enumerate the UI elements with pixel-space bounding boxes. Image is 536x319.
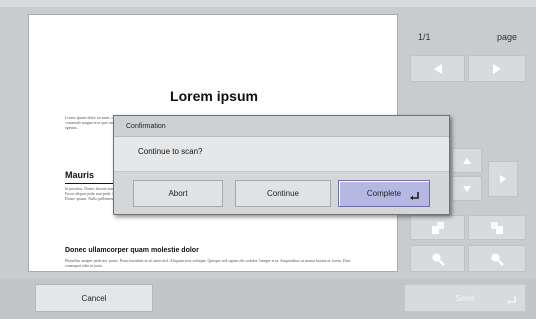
triangle-left-icon	[433, 63, 442, 74]
enter-icon	[410, 192, 419, 200]
document-paragraph-3: Phasellus semper pede nec purus. Proin t…	[65, 258, 351, 269]
cancel-button[interactable]: Cancel	[35, 284, 153, 312]
triangle-right-icon	[500, 175, 506, 183]
top-frame	[0, 0, 536, 7]
scroll-right-button[interactable]	[488, 161, 518, 197]
zoom-out-icon	[432, 253, 445, 266]
zoom-in-icon	[491, 253, 504, 266]
complete-button-label: Complete	[366, 189, 402, 198]
abort-button[interactable]: Abort	[133, 180, 223, 207]
complete-button[interactable]: Complete	[338, 180, 430, 207]
prev-page-button[interactable]	[410, 55, 465, 82]
document-heading-3: Donec ullamcorper quam molestie dolor	[65, 247, 199, 254]
rotate-right-button[interactable]	[468, 215, 526, 240]
dialog-title: Confirmation	[126, 123, 166, 130]
send-button[interactable]: Send	[404, 284, 526, 312]
triangle-down-icon	[463, 185, 471, 192]
abort-button-label: Abort	[168, 189, 188, 198]
send-button-label: Send	[455, 293, 475, 303]
triangle-up-icon	[463, 157, 471, 164]
dialog-title-bar: Confirmation	[114, 116, 449, 137]
triangle-right-icon	[493, 63, 501, 74]
zoom-out-button[interactable]	[410, 245, 465, 272]
scroll-up-button[interactable]	[452, 148, 482, 173]
continue-button[interactable]: Continue	[235, 180, 331, 207]
continue-button-label: Continue	[266, 189, 300, 198]
rotate-left-button[interactable]	[410, 215, 465, 240]
confirmation-dialog: Confirmation Continue to scan? Abort Con…	[113, 115, 450, 215]
rotate-right-icon	[491, 221, 503, 234]
cancel-button-label: Cancel	[81, 293, 107, 303]
document-title: Lorem ipsum	[170, 88, 258, 104]
page-label: page	[497, 32, 518, 42]
rotate-left-icon	[431, 221, 444, 234]
dialog-message: Continue to scan?	[138, 147, 203, 156]
enter-icon	[507, 296, 516, 304]
scroll-down-button[interactable]	[452, 176, 482, 201]
document-heading-2: Mauris	[65, 170, 95, 180]
next-page-button[interactable]	[468, 55, 526, 82]
scan-preview-screen: Lorem ipsum Lorem ipsum dolor sit amet, …	[0, 0, 536, 319]
zoom-in-button[interactable]	[468, 245, 526, 272]
page-counter: 1/1	[418, 32, 431, 42]
